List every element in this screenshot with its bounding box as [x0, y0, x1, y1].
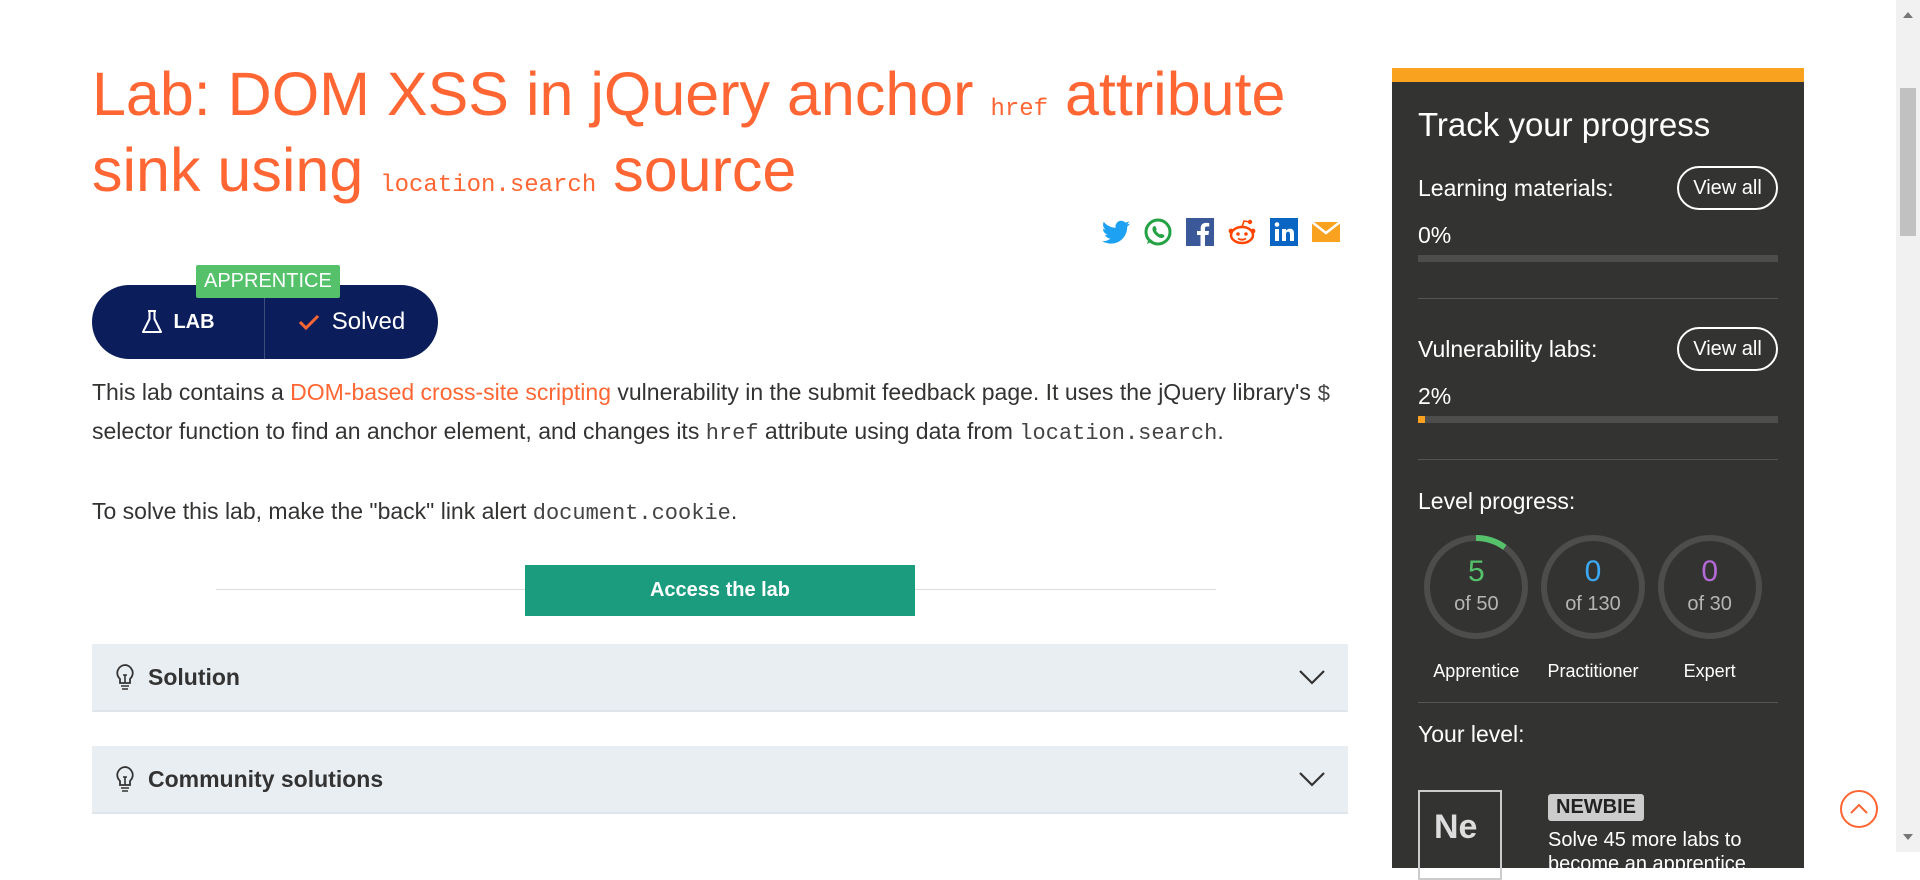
chevron-down-icon	[1299, 772, 1325, 787]
email-icon[interactable]	[1310, 216, 1342, 248]
facebook-icon[interactable]	[1184, 216, 1216, 248]
ring-apprentice: 5 of 50 Apprentice	[1418, 533, 1535, 682]
ring-expert: 0 of 30 Expert	[1651, 533, 1768, 682]
expert-label: Expert	[1683, 661, 1736, 681]
twitter-icon[interactable]	[1100, 216, 1132, 248]
scroll-up-arrow[interactable]	[1903, 12, 1913, 18]
level-tag: APPRENTICE	[196, 265, 340, 298]
scrollbar-thumb[interactable]	[1900, 88, 1916, 236]
flask-icon	[142, 310, 163, 333]
linkedin-icon[interactable]	[1268, 216, 1300, 248]
your-level-label: Your level:	[1418, 721, 1525, 747]
vertical-scrollbar[interactable]	[1896, 0, 1920, 852]
check-icon	[298, 314, 319, 331]
community-solutions-accordion[interactable]: Community solutions	[92, 746, 1348, 814]
scroll-down-arrow[interactable]	[1903, 834, 1913, 840]
page-title: Lab: DOM XSS in jQuery anchor href attri…	[92, 60, 1286, 204]
lab-label: LAB	[92, 309, 264, 335]
learning-progress-bar	[1418, 255, 1778, 262]
learning-materials-row: Learning materials: View all	[1418, 166, 1778, 210]
practitioner-label: Practitioner	[1547, 661, 1639, 681]
level-progress-label: Level progress:	[1418, 488, 1576, 514]
sidebar-separator	[1418, 298, 1778, 299]
share-bar	[92, 216, 1342, 248]
ring-practitioner: 0 of 130 Practitioner	[1535, 533, 1652, 682]
access-lab-button[interactable]: Access the lab	[525, 565, 915, 616]
solved-text: Solved	[331, 308, 406, 335]
vuln-progress-fill	[1418, 416, 1426, 423]
sidebar-title: Track your progress	[1418, 106, 1711, 143]
vulnerability-labs-row: Vulnerability labs: View all	[1418, 327, 1778, 371]
solution-accordion[interactable]: Solution	[92, 644, 1348, 712]
whatsapp-icon[interactable]	[1142, 216, 1174, 248]
learning-view-all-button[interactable]: View all	[1677, 166, 1778, 210]
learning-materials-label: Learning materials:	[1418, 174, 1614, 201]
level-badge-image: Ne	[1418, 790, 1502, 880]
level-badge-text: Ne	[1434, 808, 1478, 846]
community-solutions-label: Community solutions	[148, 765, 384, 792]
lab-text: LAB	[173, 310, 215, 333]
solved-status: Solved	[265, 308, 438, 336]
vuln-progress-bar	[1418, 416, 1778, 423]
sidebar-separator	[1418, 702, 1778, 703]
practitioner-count: 0	[1584, 555, 1602, 588]
vuln-percent: 2%	[1418, 383, 1452, 409]
vulnerability-labs-label: Vulnerability labs:	[1418, 335, 1598, 362]
back-to-top-button[interactable]	[1840, 790, 1878, 828]
lightbulb-icon	[116, 664, 134, 690]
level-hint-text: Solve 45 more labs to become an apprenti…	[1548, 829, 1746, 875]
sidebar-separator	[1418, 459, 1778, 460]
lab-description: This lab contains a DOM-based cross-site…	[92, 379, 1331, 446]
apprentice-total: of 50	[1454, 593, 1499, 615]
progress-sidebar: Track your progress Learning materials: …	[1392, 68, 1804, 880]
lightbulb-icon	[116, 766, 134, 792]
solution-label: Solution	[148, 663, 240, 690]
chevron-up-icon	[1850, 803, 1868, 814]
lab-goal: To solve this lab, make the "back" link …	[92, 498, 738, 526]
chevron-down-icon	[1299, 670, 1325, 685]
reddit-icon[interactable]	[1226, 216, 1258, 248]
apprentice-count: 5	[1467, 555, 1485, 588]
expert-count: 0	[1701, 555, 1719, 588]
level-name-badge: NEWBIE	[1548, 794, 1644, 821]
learning-percent: 0%	[1418, 222, 1452, 248]
practitioner-total: of 130	[1565, 593, 1621, 615]
level-rings: 5 of 50 Apprentice 0 of 130 Practitioner…	[1418, 533, 1768, 682]
vuln-view-all-button[interactable]: View all	[1677, 327, 1778, 371]
apprentice-label: Apprentice	[1433, 661, 1520, 681]
dom-xss-link[interactable]: DOM-based cross-site scripting	[290, 379, 611, 405]
expert-total: of 30	[1687, 593, 1732, 615]
